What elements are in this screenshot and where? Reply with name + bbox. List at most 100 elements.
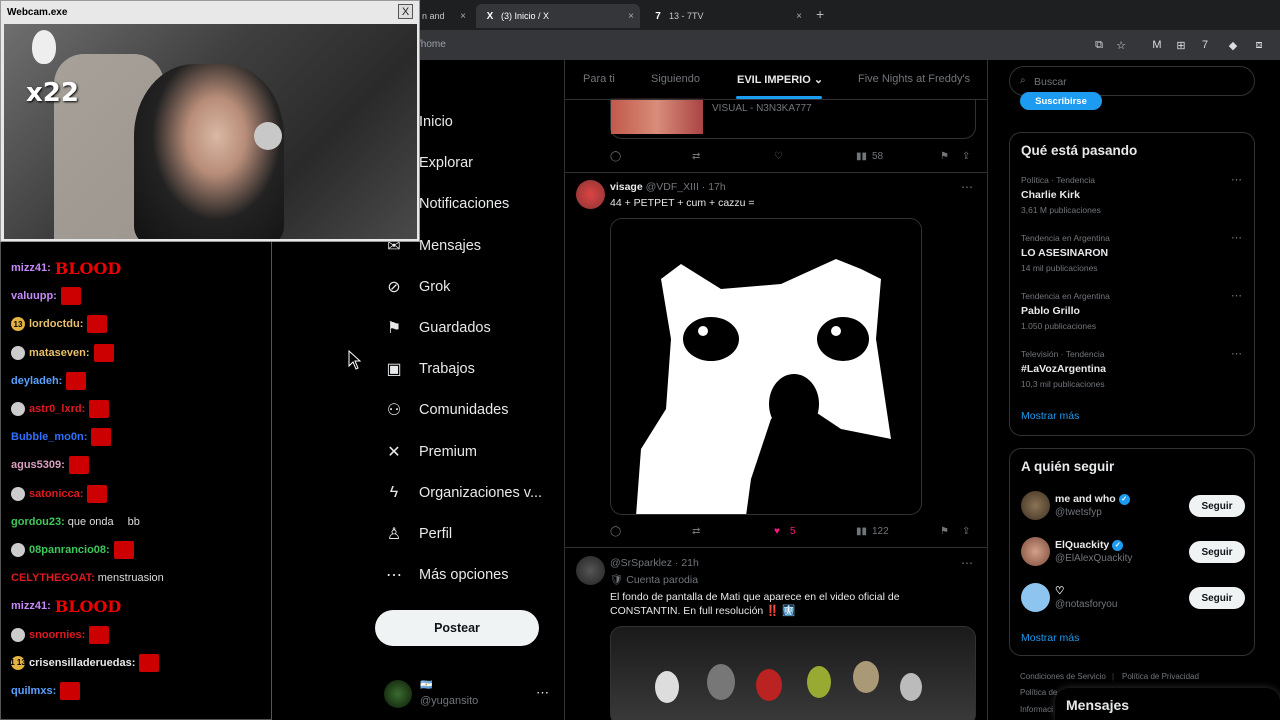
chat-username[interactable]: mizz41:: [11, 600, 51, 612]
sidebar-item-premium[interactable]: ✕ Premium: [383, 434, 477, 470]
chat-username[interactable]: astr0_lxrd:: [29, 403, 85, 415]
avatar[interactable]: [576, 556, 605, 585]
tweet-author[interactable]: visage: [610, 181, 643, 193]
tab-label: EVIL IMPERIO: [737, 74, 811, 86]
avatar[interactable]: [1021, 491, 1050, 520]
share-icon[interactable]: ⇪: [962, 526, 970, 537]
extension-diamond-icon[interactable]: ◆: [1226, 38, 1240, 52]
chat-username[interactable]: valuupp:: [11, 290, 57, 302]
tweet-image[interactable]: [610, 218, 922, 515]
sidebar-item-trabajos[interactable]: ▣ Trabajos: [383, 351, 475, 387]
show-more-link[interactable]: Mostrar más: [1021, 410, 1079, 422]
sidebar-item-label: Explorar: [419, 155, 473, 172]
tab-fnaf[interactable]: Five Nights at Freddy's: [858, 73, 970, 85]
like-icon[interactable]: ♡: [774, 151, 783, 162]
chat-username[interactable]: mizz41:: [11, 262, 51, 274]
account-switcher[interactable]: 🇦🇷 @yugansito ⋯: [384, 680, 554, 710]
url-text[interactable]: /home: [418, 39, 446, 50]
chat-username[interactable]: deyladeh:: [11, 375, 62, 387]
chat-username[interactable]: quilmxs:: [11, 685, 56, 697]
browser-tab-7tv[interactable]: 7 13 - 7TV ×: [644, 4, 808, 28]
footer-privacy-link[interactable]: Política de Privacidad: [1122, 672, 1199, 681]
sidebar-item-label: Trabajos: [419, 361, 475, 378]
more-icon[interactable]: ⋯: [1231, 289, 1242, 302]
like-icon[interactable]: ♥: [774, 526, 780, 537]
chat-username[interactable]: 08panrancio08:: [29, 544, 110, 556]
more-icon[interactable]: ⋯: [1231, 231, 1242, 244]
link-card[interactable]: VISUAL - N3N3KA777: [610, 98, 976, 139]
trend-category: Tendencia en Argentina: [1021, 291, 1110, 301]
bookmark-icon[interactable]: ⚑: [940, 151, 949, 162]
chat-username[interactable]: agus5309:: [11, 459, 65, 471]
more-icon[interactable]: ⋯: [536, 685, 549, 701]
follow-name[interactable]: me and who ✓: [1055, 493, 1130, 505]
new-tab-button[interactable]: +: [816, 6, 824, 22]
translate-icon[interactable]: ⊞: [1174, 38, 1188, 52]
show-more-link[interactable]: Mostrar más: [1021, 632, 1079, 644]
tab-close-icon[interactable]: ×: [796, 11, 802, 22]
chat-username[interactable]: lordoctdu:: [29, 318, 83, 330]
sidebar-item-perfil[interactable]: ♙ Perfil: [383, 516, 452, 552]
chat-username[interactable]: mataseven:: [29, 347, 90, 359]
avatar[interactable]: [1021, 537, 1050, 566]
tab-close-icon[interactable]: ×: [628, 11, 634, 22]
avatar[interactable]: [576, 180, 605, 209]
tab-close-icon[interactable]: ×: [460, 11, 466, 22]
extensions-puzzle-icon[interactable]: ⧈: [1252, 38, 1266, 52]
chat-username[interactable]: crisensilladeruedas:: [29, 657, 135, 669]
more-icon[interactable]: ⋯: [1231, 173, 1242, 186]
footer-info-link[interactable]: Informaci: [1020, 705, 1053, 714]
retweet-icon[interactable]: ⇄: [692, 526, 700, 537]
install-icon[interactable]: ⧉: [1092, 38, 1106, 52]
retweet-icon[interactable]: ⇄: [692, 151, 700, 162]
tweet-image[interactable]: [610, 626, 976, 720]
trend-name[interactable]: LO ASESINARON: [1021, 247, 1108, 259]
trend-name[interactable]: #LaVozArgentina: [1021, 363, 1106, 375]
views-icon[interactable]: ▮▮: [856, 526, 867, 537]
chat-username[interactable]: snoornies:: [29, 629, 85, 641]
star-icon[interactable]: ☆: [1114, 38, 1128, 52]
browser-tab-x-home[interactable]: X (3) Inicio / X ×: [476, 4, 640, 28]
views-icon[interactable]: ▮▮: [856, 151, 867, 162]
follow-name[interactable]: ElQuackity ✓: [1055, 539, 1124, 551]
post-button[interactable]: Postear: [375, 610, 539, 646]
more-icon[interactable]: ⋯: [961, 180, 973, 194]
follow-button[interactable]: Seguir: [1189, 495, 1245, 517]
subscribe-button[interactable]: Suscribirse: [1020, 92, 1102, 110]
avatar[interactable]: [1021, 583, 1050, 612]
more-icon[interactable]: ⋯: [1231, 347, 1242, 360]
sidebar-item-guardados[interactable]: ⚑ Guardados: [383, 310, 491, 346]
chevron-down-icon[interactable]: ⌄: [814, 74, 823, 86]
bookmark-icon[interactable]: ⚑: [940, 526, 949, 537]
reply-icon[interactable]: ◯: [610, 151, 621, 162]
chat-username[interactable]: satonicca:: [29, 488, 83, 500]
7tv-extension-icon[interactable]: 7: [1198, 38, 1212, 52]
footer-policy-link[interactable]: Política de: [1020, 688, 1057, 697]
messages-drawer[interactable]: Mensajes: [1055, 688, 1280, 720]
more-icon[interactable]: ⋯: [961, 556, 973, 570]
trend-name[interactable]: Pablo Grillo: [1021, 305, 1080, 317]
sidebar-item-m-s-opciones[interactable]: ⋯ Más opciones: [383, 557, 508, 593]
footer-terms-link[interactable]: Condiciones de Servicio: [1020, 672, 1106, 681]
webcam-window[interactable]: Webcam.exe X x22: [0, 0, 420, 242]
trend-name[interactable]: Charlie Kirk: [1021, 189, 1080, 201]
chat-username[interactable]: gordou23:: [11, 516, 65, 528]
follow-button[interactable]: Seguir: [1189, 541, 1245, 563]
follow-handle: @notasforyou: [1055, 599, 1118, 610]
webcam-close-button[interactable]: X: [398, 4, 413, 19]
follow-name[interactable]: ♡: [1055, 585, 1064, 597]
tab-siguiendo[interactable]: Siguiendo: [651, 73, 700, 85]
extension-m-icon[interactable]: M: [1150, 38, 1164, 52]
reply-icon[interactable]: ◯: [610, 526, 621, 537]
sidebar-item-comunidades[interactable]: ⚇ Comunidades: [383, 392, 509, 428]
tab-para-ti[interactable]: Para ti: [583, 73, 615, 85]
follow-button[interactable]: Seguir: [1189, 587, 1245, 609]
chat-username[interactable]: CELYTHEGOAT:: [11, 572, 95, 584]
chat-username[interactable]: Bubble_mo0n:: [11, 431, 87, 443]
tweet-meta: @VDF_XIII · 17h: [645, 181, 726, 193]
browser-tab-1[interactable]: n and ×: [414, 4, 472, 28]
sidebar-item-grok[interactable]: ⊘ Grok: [383, 269, 450, 305]
share-icon[interactable]: ⇪: [962, 151, 970, 162]
sidebar-item-organizaciones-v[interactable]: ϟ Organizaciones v...: [383, 475, 542, 511]
tab-evil-imperio[interactable]: EVIL IMPERIO ⌄: [737, 73, 823, 86]
